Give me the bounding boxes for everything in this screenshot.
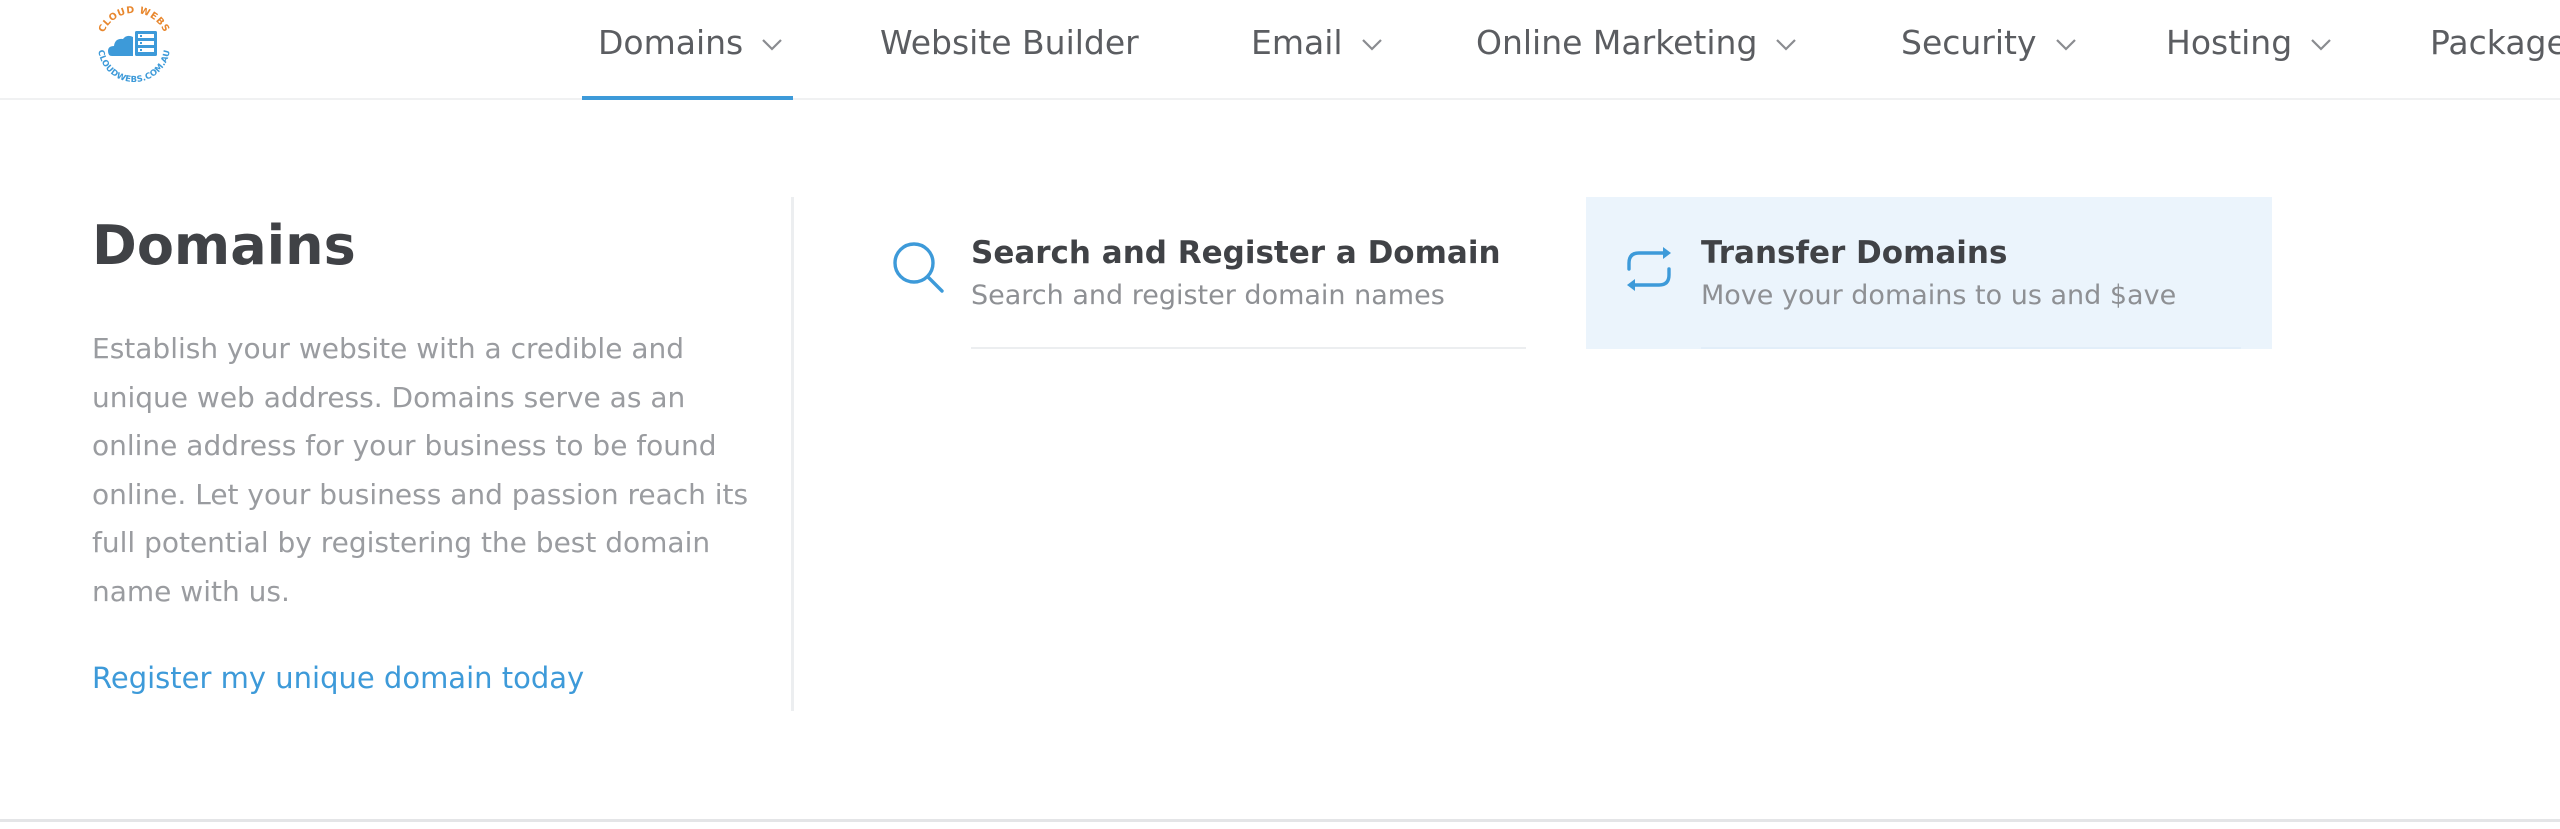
- domains-mega-menu: Domains Establish your website with a cr…: [0, 100, 2560, 822]
- nav-item-online-marketing[interactable]: Online Marketing: [1476, 0, 1797, 100]
- nav-item-security[interactable]: Security: [1901, 0, 2077, 100]
- mega-menu-title: Domains: [92, 214, 356, 277]
- nav-item-label: Security: [1901, 22, 2037, 62]
- card-text: Transfer Domains Move your domains to us…: [1701, 235, 2272, 311]
- search-icon: [893, 242, 944, 293]
- nav-item-label: Packages: [2430, 22, 2560, 62]
- register-domain-link[interactable]: Register my unique domain today: [92, 661, 584, 695]
- card-subtitle: Search and register domain names: [971, 280, 1445, 312]
- mega-menu-description: Establish your website with a credible a…: [92, 332, 749, 609]
- card-title: Transfer Domains: [1701, 235, 2008, 271]
- card-title: Search and Register a Domain: [971, 235, 1501, 271]
- mega-menu-intro: Domains Establish your website with a cr…: [92, 214, 752, 695]
- chevron-down-icon: [2055, 39, 2076, 51]
- nav-item-hosting[interactable]: Hosting: [2166, 0, 2332, 100]
- site-header: CLOUD WEBS CLOUDWEBS.COM.AU Domains Webs…: [0, 0, 2560, 100]
- nav-item-email[interactable]: Email: [1251, 0, 1383, 100]
- chevron-down-icon: [1361, 39, 1382, 51]
- nav-item-packages[interactable]: Packages: [2430, 0, 2560, 100]
- transfer-domains-item[interactable]: Transfer Domains Move your domains to us…: [1586, 197, 2272, 349]
- main-nav: Domains Website Builder Email Online Mar…: [0, 0, 2560, 100]
- nav-item-website-builder[interactable]: Website Builder: [880, 0, 1139, 100]
- card-divider: [971, 347, 1526, 349]
- search-register-domain-item[interactable]: Search and Register a Domain Search and …: [856, 197, 1544, 349]
- chevron-down-icon: [1776, 39, 1797, 51]
- nav-item-domains[interactable]: Domains: [581, 0, 794, 100]
- card-divider: [1701, 347, 2241, 349]
- transfer-icon: [1627, 247, 1671, 291]
- nav-item-label: Online Marketing: [1476, 22, 1758, 62]
- card-subtitle: Move your domains to us and $ave: [1701, 280, 2177, 312]
- chevron-down-icon: [2311, 39, 2331, 51]
- chevron-down-icon: [762, 39, 783, 51]
- nav-item-label: Hosting: [2166, 22, 2293, 62]
- mega-menu-divider: [791, 197, 794, 711]
- nav-item-label: Website Builder: [880, 22, 1139, 62]
- nav-item-label: Domains: [598, 22, 744, 62]
- page: CLOUD WEBS CLOUDWEBS.COM.AU Domains Webs…: [0, 0, 2560, 829]
- nav-item-label: Email: [1251, 22, 1343, 62]
- card-text: Search and Register a Domain Search and …: [971, 235, 1544, 311]
